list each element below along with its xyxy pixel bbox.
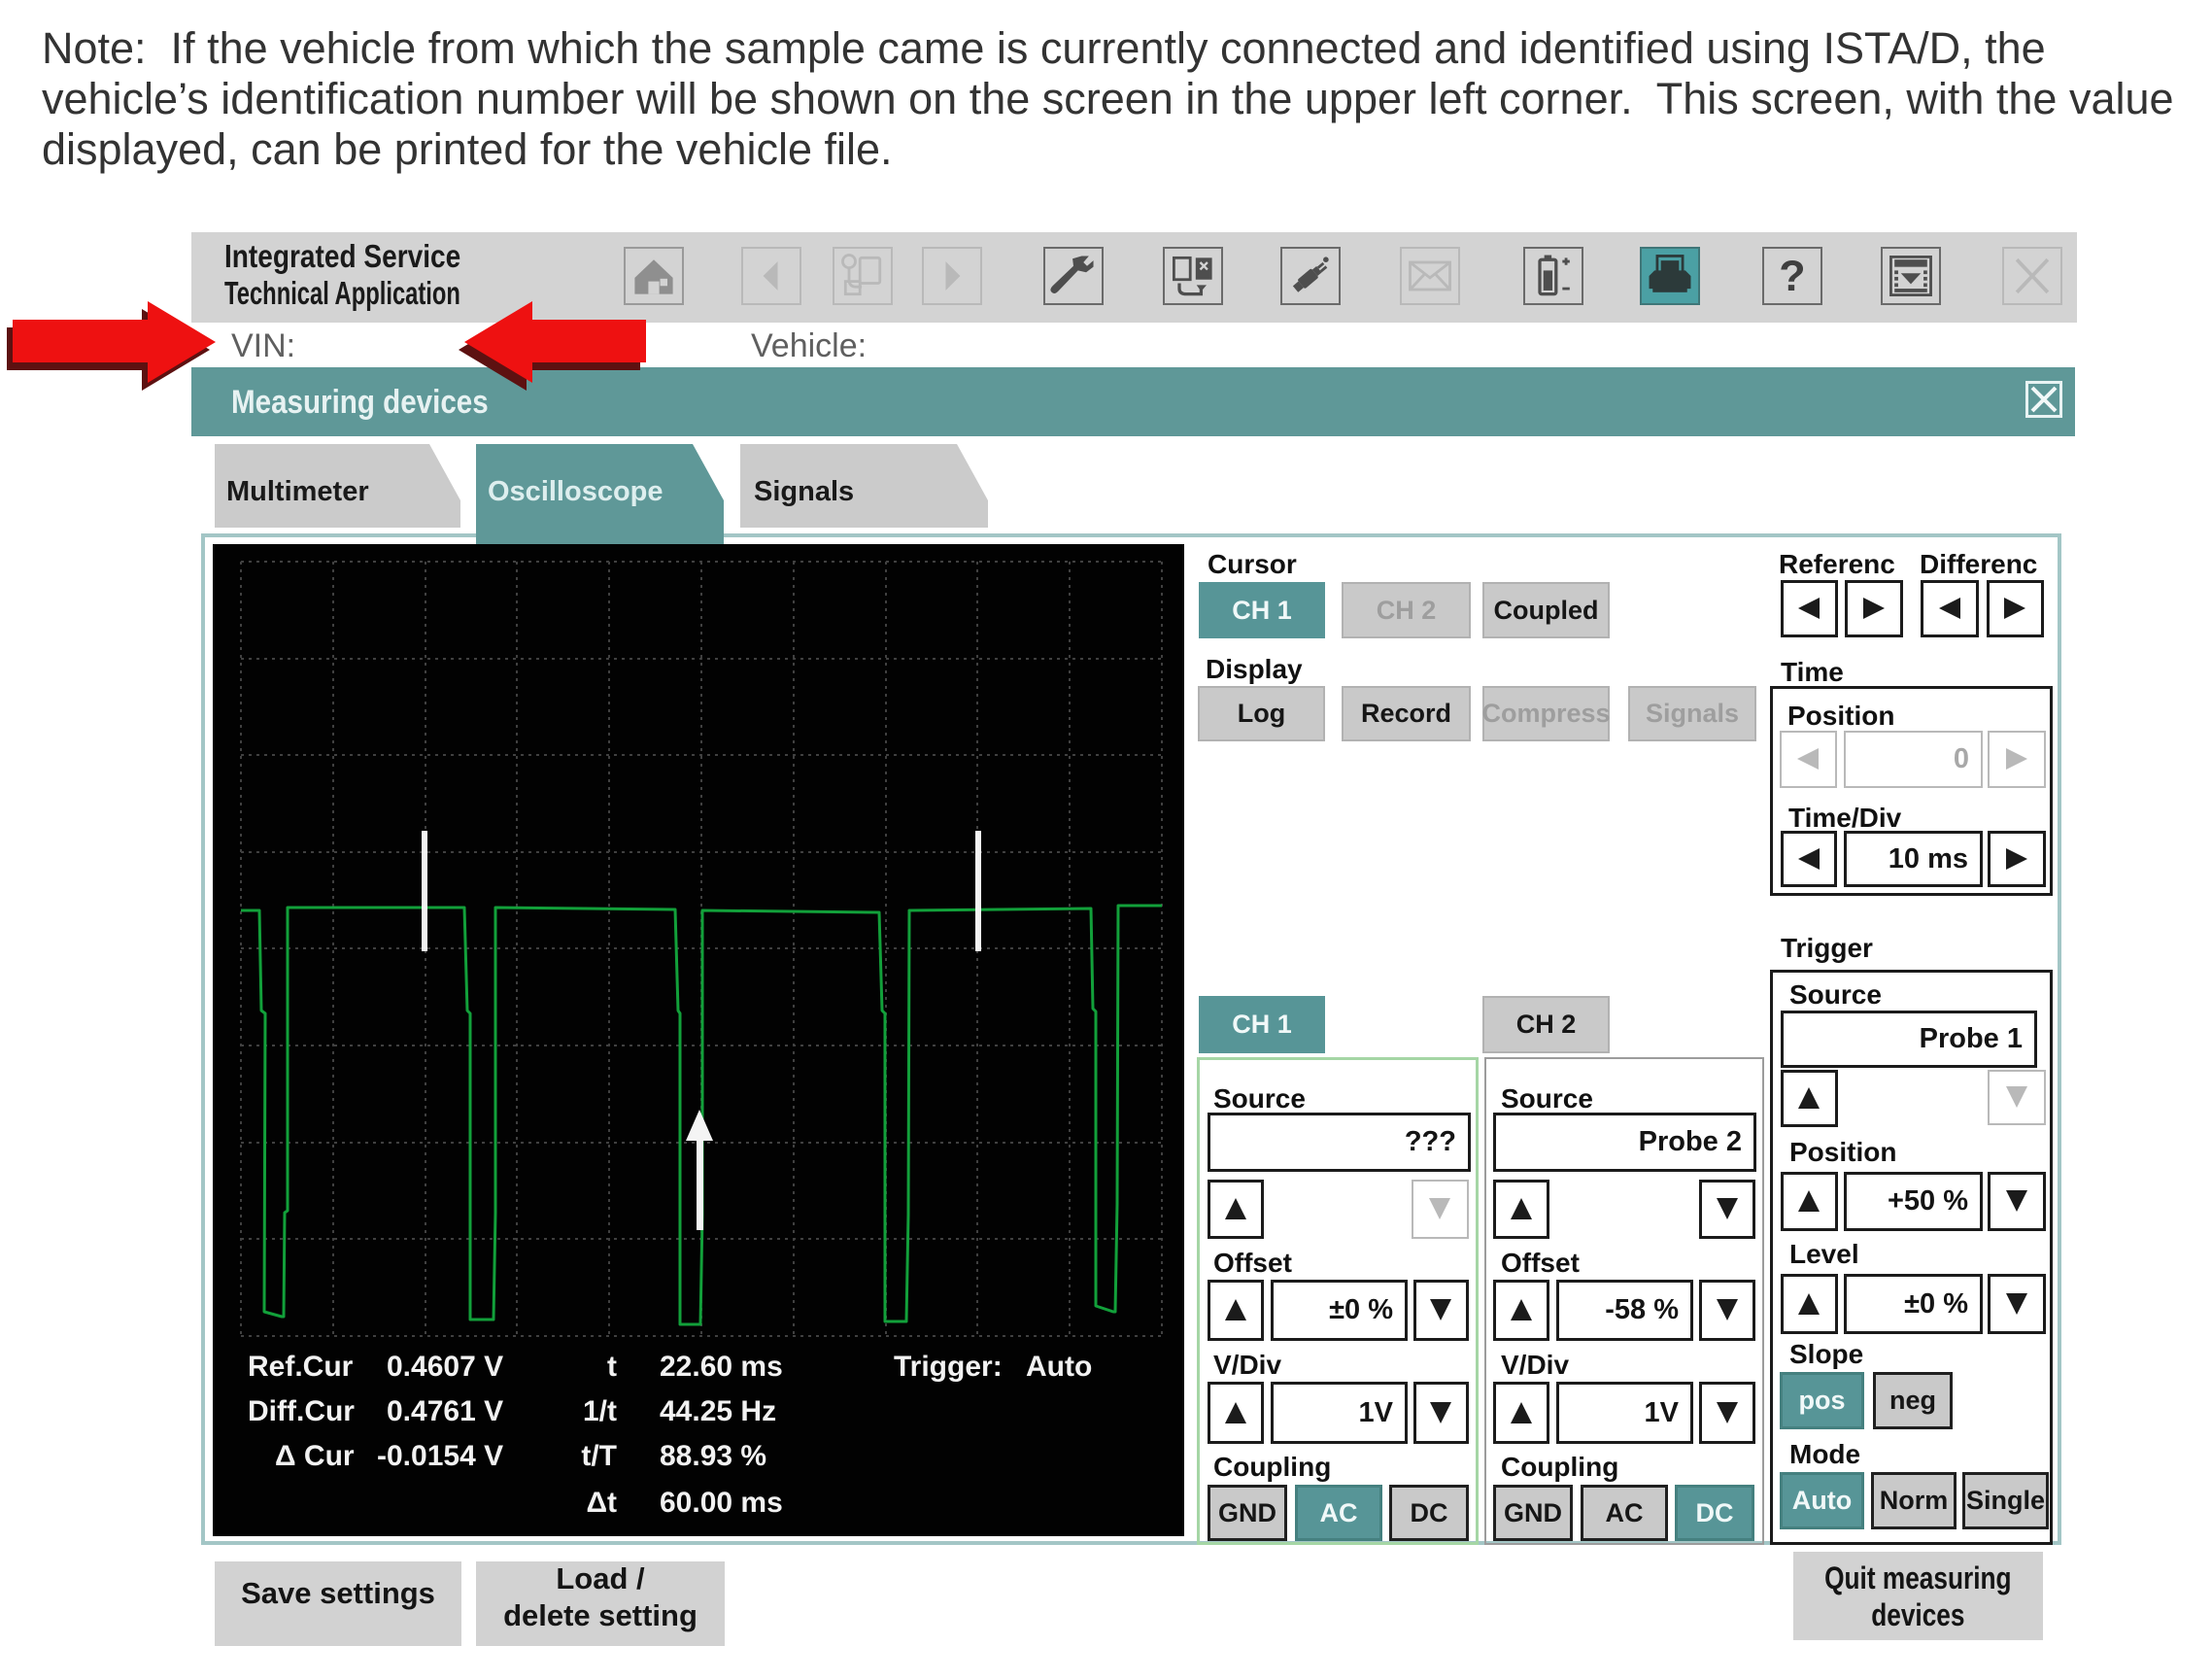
svg-text:?: ? [1779,252,1805,300]
